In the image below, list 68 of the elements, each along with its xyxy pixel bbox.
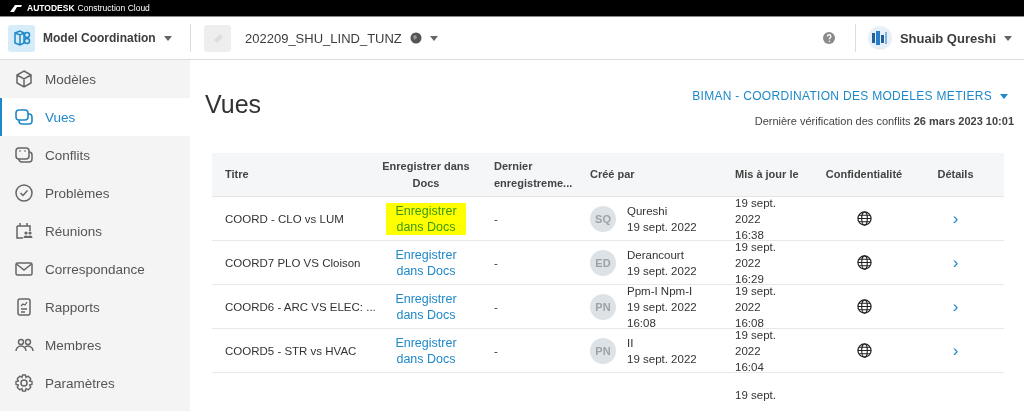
save-to-docs-link[interactable]: Enregistrer dans Docs	[386, 202, 466, 235]
sidebar-item[interactable]: Conflits	[0, 136, 190, 174]
column-header[interactable]: Dernier enregistreme...	[485, 153, 585, 196]
avatar: PN	[590, 337, 616, 364]
page-title: Vues	[205, 90, 262, 120]
column-header[interactable]: Titre	[212, 153, 367, 196]
view-title: COORD - CLO vs LUM	[225, 212, 344, 225]
column-header[interactable]: Confidentialité	[821, 153, 907, 196]
user-avatar-icon	[867, 26, 892, 50]
column-header[interactable]: Mis à jour le	[735, 153, 821, 196]
project-thumbnail	[204, 24, 231, 52]
avatar: PN	[590, 293, 616, 320]
creator-name: II	[627, 335, 635, 350]
column-header[interactable]: Enregistrer dans Docs	[367, 153, 485, 196]
sidebar-item[interactable]: Membres	[0, 326, 190, 364]
table-cell: -	[494, 344, 498, 357]
created-date: 19 sept. 2022	[627, 219, 697, 234]
created-date: 16:08	[627, 315, 657, 330]
creator-name: Ppm-I Npm-I	[627, 283, 694, 298]
report-icon	[14, 297, 34, 317]
creator-name: Derancourt	[627, 247, 685, 262]
overlapping-squares-icon	[14, 145, 34, 165]
avatar: SQ	[590, 205, 616, 232]
column-header[interactable]: Créé par	[585, 153, 735, 196]
product-name: Construction Cloud	[77, 3, 150, 13]
view-title: COORD5 - STR vs HVAC	[225, 344, 357, 357]
globe-icon	[409, 32, 422, 44]
save-to-docs-link[interactable]: Enregistrer dans Docs	[386, 334, 466, 367]
logo-icon	[10, 4, 22, 12]
table-cell: -	[494, 256, 498, 269]
created-date: 19 sept. 2022	[627, 263, 697, 278]
calendar-people-icon	[14, 221, 34, 241]
details-link[interactable]: ›	[952, 252, 959, 273]
details-link[interactable]: ›	[952, 208, 959, 229]
module-selector[interactable]: Model Coordination	[43, 31, 172, 45]
envelope-icon	[14, 259, 34, 279]
module-icon[interactable]	[8, 24, 35, 52]
view-title: COORD7 PLO VS Cloison	[225, 256, 361, 269]
view-title: COORD6 - ARC VS ELEC: ...	[225, 300, 376, 313]
details-link[interactable]: ›	[952, 340, 959, 361]
project-selector[interactable]: 202209_SHU_LIND_TUNZ	[245, 30, 438, 46]
sidebar-item[interactable]: Réunions	[0, 212, 190, 250]
sidebar-item[interactable]: Vues	[0, 98, 190, 136]
column-header[interactable]: Détails	[907, 153, 1004, 196]
brand-logo: AUTODESK	[27, 3, 75, 13]
help-icon[interactable]	[822, 32, 835, 44]
avatar: ED	[590, 249, 616, 276]
overlapping-squares-icon	[14, 107, 34, 127]
user-menu[interactable]: Shuaib Qureshi	[867, 26, 1012, 50]
model-set-selector[interactable]: BIMAN - COORDINATION DES MODELES METIERS	[692, 89, 1008, 103]
sidebar-item[interactable]: Rapports	[0, 288, 190, 326]
sidebar-item[interactable]: Modèles	[0, 60, 190, 98]
last-check-text: Dernière vérification des conflits 26 mars 2023 10:01	[754, 115, 1014, 127]
save-to-docs-link[interactable]: Enregistrer dans Docs	[386, 246, 466, 279]
sidebar-item[interactable]: Paramètres	[0, 364, 190, 402]
table-cell: -	[494, 300, 498, 313]
cube-icon	[14, 69, 34, 89]
sidebar-item[interactable]: Problèmes	[0, 174, 190, 212]
save-to-docs-link[interactable]: Enregistrer dans Docs	[386, 290, 466, 323]
table-cell: -	[494, 212, 498, 225]
updated-date: 19 sept.	[735, 387, 776, 403]
creator-name: Qureshi	[627, 203, 669, 218]
details-link[interactable]: ›	[952, 296, 959, 317]
check-circle-icon	[14, 183, 34, 203]
sidebar-item[interactable]: Correspondance	[0, 250, 190, 288]
created-date: 19 sept. 2022	[627, 351, 697, 366]
settings-icon	[14, 373, 34, 393]
created-date: 19 sept. 2022	[627, 299, 697, 314]
